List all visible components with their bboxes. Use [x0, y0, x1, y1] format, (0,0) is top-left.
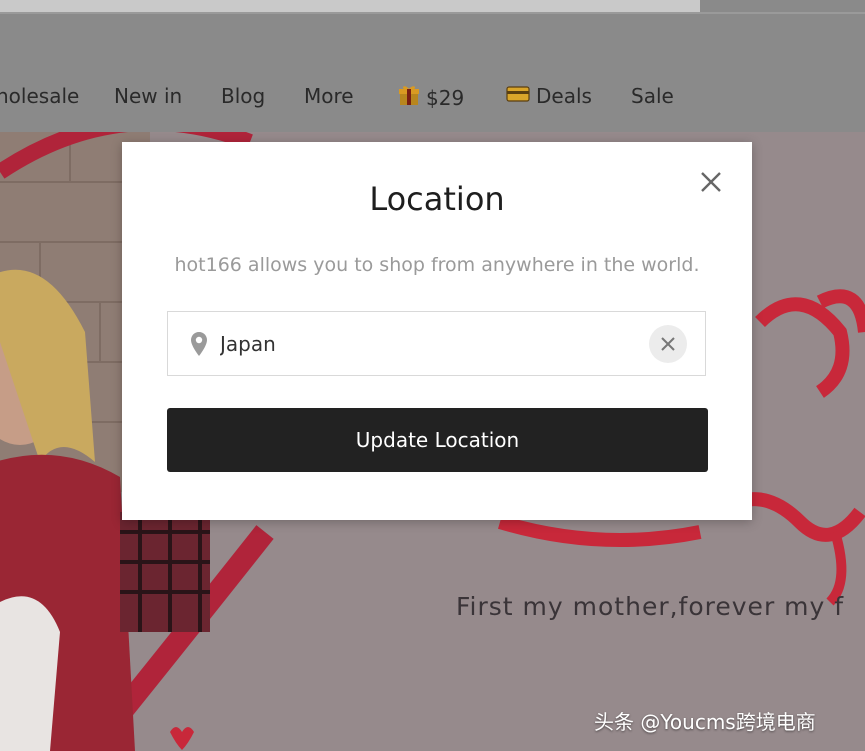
main-nav: holesale New in Blog More $29 Deals Sale [0, 58, 865, 132]
nav-item-blog[interactable]: Blog [221, 84, 265, 108]
top-divider [0, 12, 865, 14]
close-icon [661, 337, 675, 351]
location-pin-icon [190, 331, 208, 357]
nav-item-deals[interactable]: Deals [506, 84, 592, 108]
update-location-button[interactable]: Update Location [167, 408, 708, 472]
location-modal: Location hot166 allows you to shop from … [122, 142, 752, 520]
nav-item-label: $29 [426, 85, 465, 110]
nav-item-label: New in [114, 84, 183, 108]
modal-title: Location [369, 180, 505, 218]
close-button[interactable] [698, 169, 724, 195]
nav-item-29[interactable]: $29 [398, 84, 464, 111]
nav-item-label: holesale [0, 84, 80, 108]
nav-item-new-in[interactable]: New in [114, 84, 182, 108]
nav-item-label: Sale [631, 84, 674, 108]
nav-item-label: Deals [536, 84, 592, 108]
nav-item-sale[interactable]: Sale [631, 84, 674, 108]
close-icon [701, 172, 721, 192]
location-field[interactable] [167, 311, 706, 376]
nav-item-more[interactable]: More [304, 84, 354, 108]
clear-location-button[interactable] [649, 325, 687, 363]
location-input[interactable] [220, 328, 620, 360]
nav-item-label: More [304, 84, 354, 108]
nav-item-label: Blog [221, 84, 266, 108]
modal-subtitle: hot166 allows you to shop from anywhere … [174, 254, 700, 276]
top-search-bar [0, 0, 700, 12]
gift-icon [398, 84, 420, 111]
hero-tagline: First my mother,forever my f [456, 592, 845, 621]
nav-item-wholesale[interactable]: holesale [0, 84, 79, 108]
card-icon [506, 84, 530, 108]
watermark-text: 头条 @Youcms跨境电商 [594, 710, 816, 734]
